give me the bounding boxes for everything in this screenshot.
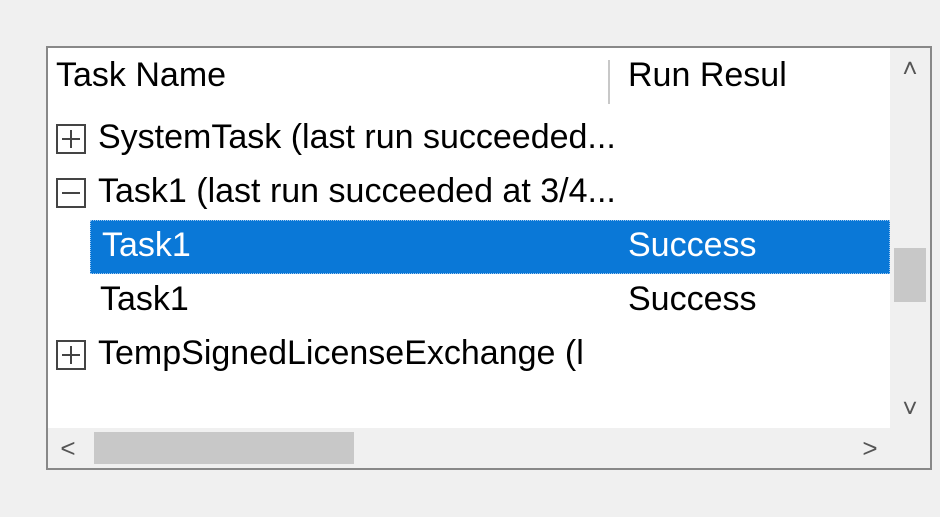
scrollbar-corner	[890, 428, 930, 468]
task-label: Task1	[100, 280, 189, 319]
task-row-tempsignedlicense[interactable]: TempSignedLicenseExchange (l	[48, 328, 890, 382]
column-header-task-name[interactable]: Task Name	[56, 56, 226, 95]
task-grid: Task Name Run Resul SystemTask (last run…	[48, 48, 890, 428]
scroll-up-icon[interactable]: ˄	[890, 48, 930, 88]
collapse-icon[interactable]	[56, 178, 86, 208]
task-row-task1-child-selected[interactable]: Task1 Success	[48, 220, 890, 274]
expand-icon[interactable]	[56, 340, 86, 370]
scroll-right-icon[interactable]: >	[850, 428, 890, 468]
expand-icon[interactable]	[56, 124, 86, 154]
column-header-run-result[interactable]: Run Resul	[628, 56, 787, 95]
task-rows: SystemTask (last run succeeded... Task1 …	[48, 112, 890, 428]
vertical-scroll-thumb[interactable]	[894, 248, 926, 302]
vertical-scrollbar[interactable]: ˄ ˅	[890, 48, 930, 428]
task-label: TempSignedLicenseExchange (l	[98, 334, 584, 373]
scroll-left-icon[interactable]: <	[48, 428, 88, 468]
horizontal-scrollbar[interactable]: < >	[48, 428, 890, 468]
run-result-value: Success	[628, 226, 757, 265]
selected-row-highlight: Task1 Success	[90, 220, 890, 274]
run-result-value: Success	[628, 280, 757, 319]
task-label: Task1 (last run succeeded at 3/4...	[98, 172, 616, 211]
task-label: SystemTask (last run succeeded...	[98, 118, 616, 157]
task-label: Task1	[102, 226, 191, 265]
horizontal-scroll-thumb[interactable]	[94, 432, 354, 464]
task-row-task1-parent[interactable]: Task1 (last run succeeded at 3/4...	[48, 166, 890, 220]
task-list-panel: Task Name Run Resul SystemTask (last run…	[46, 46, 932, 470]
column-separator[interactable]	[608, 60, 610, 104]
task-row-task1-child[interactable]: Task1 Success	[48, 274, 890, 328]
column-header-row: Task Name Run Resul	[48, 48, 890, 112]
scroll-down-icon[interactable]: ˅	[890, 388, 930, 428]
task-row-systemtask[interactable]: SystemTask (last run succeeded...	[48, 112, 890, 166]
